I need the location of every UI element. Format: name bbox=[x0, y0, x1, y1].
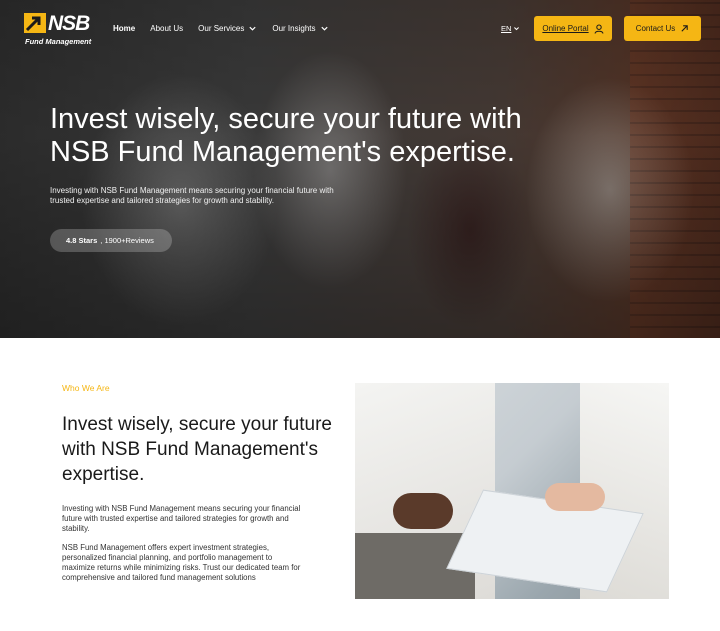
nav-item-label: Home bbox=[113, 24, 136, 33]
hero-section: NSB Fund Management Home About Us Our Se… bbox=[0, 0, 720, 338]
contact-us-label: Contact Us bbox=[635, 24, 676, 33]
nav-item-home[interactable]: Home bbox=[113, 24, 135, 33]
rating-reviews: , 1900+Reviews bbox=[100, 236, 154, 245]
chevron-down-icon bbox=[249, 26, 256, 31]
nav-item-label: Our Insights bbox=[272, 24, 316, 33]
brand-logo[interactable]: NSB Fund Management bbox=[24, 12, 94, 46]
nav-item-label: Our Services bbox=[198, 24, 245, 33]
hero-description: Investing with NSB Fund Management means… bbox=[50, 186, 334, 205]
brand-name: NSB bbox=[48, 12, 90, 35]
photo-hand-right bbox=[545, 483, 605, 511]
online-portal-label: Online Portal bbox=[542, 24, 589, 33]
about-title: Invest wisely, secure your future with N… bbox=[62, 414, 332, 485]
rating-stars: 4.8 Stars bbox=[66, 236, 98, 245]
nav-item-our-services[interactable]: Our Services bbox=[198, 24, 257, 33]
brand-tagline: Fund Management bbox=[25, 37, 92, 46]
rating-badge: 4.8 Stars , 1900+Reviews bbox=[50, 229, 172, 252]
chevron-down-icon bbox=[514, 27, 520, 31]
photo-hand-left bbox=[393, 493, 453, 529]
arrow-up-right-icon bbox=[681, 25, 689, 32]
hero-background-overlay bbox=[0, 0, 720, 338]
chevron-down-icon bbox=[320, 26, 328, 31]
hero-title: Invest wisely, secure your future with N… bbox=[50, 103, 522, 168]
about-paragraph-2: NSB Fund Management offers expert invest… bbox=[62, 543, 301, 582]
contact-us-button[interactable]: Contact Us bbox=[624, 16, 701, 41]
about-paragraph-1: Investing with NSB Fund Management means… bbox=[62, 504, 301, 533]
logo-arrow-icon bbox=[24, 13, 46, 33]
nav-item-about-us[interactable]: About Us bbox=[150, 24, 183, 33]
section-eyebrow: Who We Are bbox=[62, 383, 110, 393]
nav-item-our-insights[interactable]: Our Insights bbox=[272, 24, 328, 33]
nav-item-label: About Us bbox=[150, 24, 184, 33]
main-nav: Home About Us Our Services Our Insights bbox=[113, 24, 344, 33]
online-portal-button[interactable]: Online Portal bbox=[534, 16, 612, 41]
user-icon bbox=[594, 24, 604, 34]
about-photo bbox=[355, 383, 669, 599]
language-selector[interactable]: EN bbox=[501, 24, 520, 33]
language-label: EN bbox=[501, 24, 512, 33]
